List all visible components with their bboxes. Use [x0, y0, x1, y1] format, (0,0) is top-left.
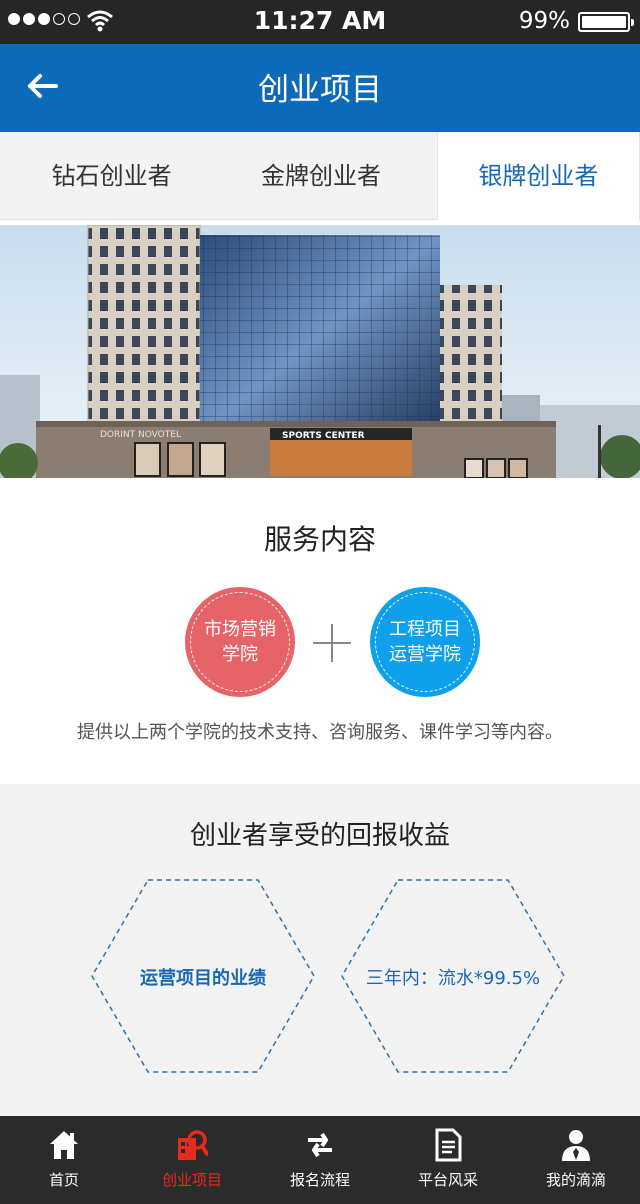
home-icon — [50, 1131, 78, 1159]
hero-building-image: DORINT NOVOTEL SPORTS CENTER — [0, 225, 640, 478]
tab-label: 首页 — [48, 1171, 79, 1189]
tab-label: 创业项目 — [161, 1171, 222, 1189]
battery-icon — [578, 12, 634, 32]
bottom-tab-bar: 首页 创业项目 报名流程 平台风采 我的滴滴 — [0, 1116, 640, 1204]
billboard-text: SPORTS CENTER — [282, 431, 365, 441]
status-bar: 11:27 AM 99% — [0, 0, 640, 44]
navigation-bar: 创业项目 — [0, 44, 640, 132]
badge-line-2: 学院 — [222, 644, 258, 665]
badge-line-2: 运营学院 — [389, 644, 461, 665]
document-icon — [435, 1128, 462, 1162]
swap-arrows-icon — [308, 1132, 332, 1158]
badge-line-1: 工程项目 — [389, 619, 461, 640]
facade-text: DORINT NOVOTEL — [100, 430, 181, 440]
tab-label: 报名流程 — [289, 1171, 350, 1189]
hexagon-label: 三年内：流水*99.5% — [365, 968, 541, 989]
tab-showcase[interactable]: 平台风采 — [384, 1116, 512, 1204]
tab-silver[interactable]: 银牌创业者 — [436, 132, 640, 220]
returns-section: 创业者享受的回报收益 运营项目的业绩 三年内：流水*99.5% — [0, 784, 640, 1116]
tab-home[interactable]: 首页 — [0, 1116, 128, 1204]
engineering-academy-badge[interactable]: 工程项目 运营学院 — [370, 587, 480, 697]
user-profile-icon — [562, 1130, 590, 1161]
tab-label: 我的滴滴 — [545, 1171, 606, 1189]
tab-process[interactable]: 报名流程 — [256, 1116, 384, 1204]
project-search-icon — [178, 1130, 208, 1160]
tab-diamond[interactable]: 钻石创业者 — [0, 132, 223, 220]
page-title: 创业项目 — [258, 72, 382, 108]
services-description: 提供以上两个学院的技术支持、咨询服务、课件学习等内容。 — [77, 722, 563, 743]
tab-profile[interactable]: 我的滴滴 — [512, 1116, 640, 1204]
battery-percent: 99% — [518, 8, 570, 34]
hexagon-card: 三年内：流水*99.5% — [340, 878, 566, 1074]
marketing-academy-badge[interactable]: 市场营销 学院 — [185, 587, 295, 697]
tab-projects[interactable]: 创业项目 — [128, 1116, 256, 1204]
hexagon-label: 运营项目的业绩 — [140, 968, 266, 989]
tab-label: 平台风采 — [417, 1171, 478, 1189]
returns-title: 创业者享受的回报收益 — [189, 821, 450, 851]
services-title: 服务内容 — [263, 523, 376, 556]
tier-tabs: 钻石创业者 金牌创业者 银牌创业者 — [0, 132, 640, 220]
hexagon-card: 运营项目的业绩 — [90, 878, 316, 1074]
tab-gold[interactable]: 金牌创业者 — [223, 132, 418, 220]
plus-icon — [313, 624, 351, 662]
badge-line-1: 市场营销 — [204, 619, 276, 640]
